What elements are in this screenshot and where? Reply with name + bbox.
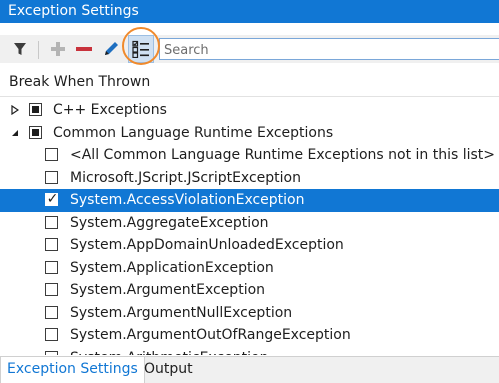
window-title: Exception Settings xyxy=(8,3,139,19)
tree-row[interactable]: System.ArgumentOutOfRangeException xyxy=(0,324,499,347)
checkbox[interactable] xyxy=(29,125,42,139)
row-label: Microsoft.JScript.JScriptException xyxy=(70,169,301,186)
column-header: Break When Thrown xyxy=(9,74,151,90)
row-label: Common Language Runtime Exceptions xyxy=(53,124,334,141)
checkbox[interactable] xyxy=(45,305,58,319)
tree-row[interactable]: System.AggregateException xyxy=(0,212,499,235)
tree-row[interactable]: C++ Exceptions xyxy=(0,99,499,122)
tree-row[interactable]: System.ArgumentException xyxy=(0,279,499,302)
checkbox[interactable]: ✓ xyxy=(45,191,58,207)
tree-row[interactable]: System.AppDomainUnloadedException xyxy=(0,234,499,257)
delete-button[interactable] xyxy=(73,35,95,63)
row-label: System.ArgumentOutOfRangeException xyxy=(70,327,351,343)
row-label: System.ArithmeticException xyxy=(70,347,268,356)
tab-output[interactable]: Output xyxy=(138,357,199,383)
edit-button[interactable] xyxy=(100,35,122,63)
tree-row[interactable]: System.ArithmeticException xyxy=(0,347,499,356)
collapse-arrow-icon[interactable] xyxy=(9,122,21,145)
checkbox[interactable] xyxy=(45,215,58,229)
checkbox[interactable] xyxy=(29,103,42,116)
row-label: System.ApplicationException xyxy=(70,259,274,276)
exception-tree: C++ Exceptions Common Language Runtime E… xyxy=(0,99,499,355)
tree-row[interactable]: Microsoft.JScript.JScriptException xyxy=(0,167,499,190)
search-input[interactable] xyxy=(160,40,499,61)
filter-icon xyxy=(14,43,26,55)
tree-row-selected[interactable]: ✓ System.AccessViolationException xyxy=(0,189,499,212)
tree-row[interactable]: <All Common Language Runtime Exceptions … xyxy=(0,144,499,167)
checkbox[interactable] xyxy=(45,328,58,341)
tree-row[interactable]: System.ArgumentNullException xyxy=(0,302,499,325)
checkmark-icon: ✓ xyxy=(46,191,59,207)
checklist-button[interactable] xyxy=(128,35,154,63)
row-label: System.AccessViolationException xyxy=(70,192,305,208)
checkbox[interactable] xyxy=(45,350,58,355)
header-divider xyxy=(0,96,499,97)
toolbar-separator xyxy=(38,41,39,59)
checkbox[interactable] xyxy=(45,148,58,161)
pencil-icon xyxy=(105,42,118,55)
window-title-bar: Exception Settings xyxy=(0,0,499,23)
tree-row[interactable]: System.ApplicationException xyxy=(0,257,499,280)
checkbox[interactable] xyxy=(45,170,58,184)
search-box[interactable] xyxy=(159,38,499,61)
checkbox[interactable] xyxy=(45,238,58,251)
filter-button[interactable] xyxy=(9,35,31,63)
row-label: System.ArgumentNullException xyxy=(70,304,293,321)
checkbox[interactable] xyxy=(45,260,58,274)
row-label: C++ Exceptions xyxy=(53,102,167,118)
tree-row[interactable]: Common Language Runtime Exceptions xyxy=(0,122,499,145)
tab-exception-settings[interactable]: Exception Settings xyxy=(0,357,145,383)
minus-icon xyxy=(76,47,92,51)
checkbox[interactable] xyxy=(45,283,58,296)
add-button[interactable] xyxy=(47,35,69,63)
checklist-icon xyxy=(132,40,149,58)
row-label: System.AggregateException xyxy=(70,214,269,231)
row-label: System.ArgumentException xyxy=(70,282,266,298)
plus-icon xyxy=(51,42,65,56)
row-label: System.AppDomainUnloadedException xyxy=(70,237,344,253)
bottom-tab-strip: Exception Settings Output xyxy=(0,356,499,383)
expand-arrow-icon[interactable] xyxy=(9,99,21,122)
row-label: <All Common Language Runtime Exceptions … xyxy=(70,147,496,163)
